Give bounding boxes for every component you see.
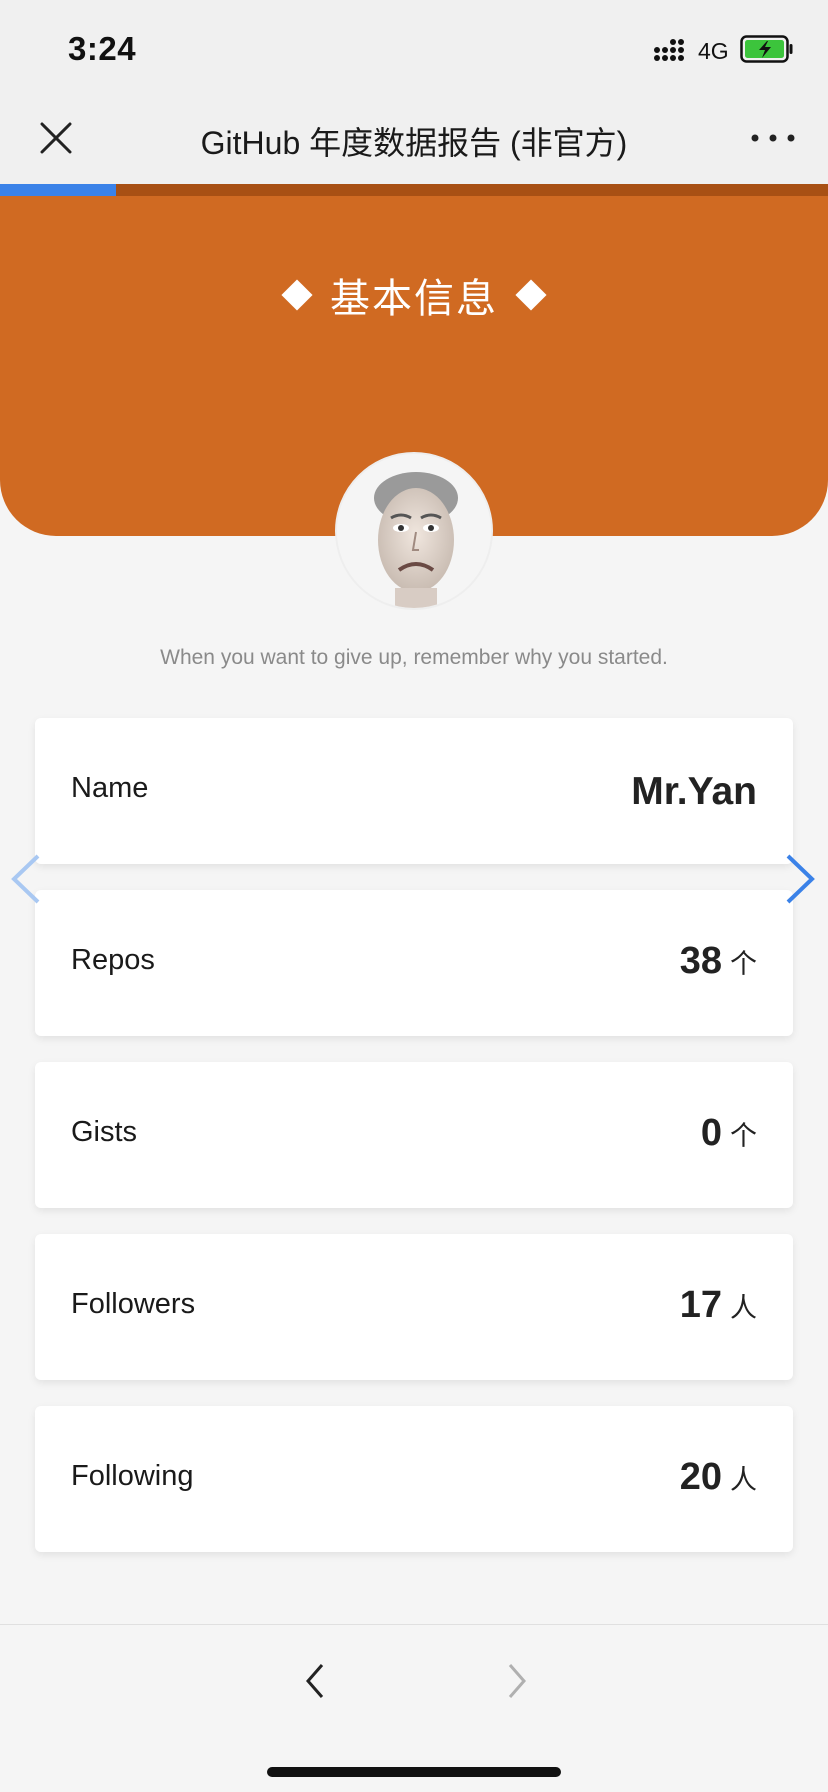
stat-card-followers: Followers 17 人	[35, 1234, 793, 1380]
battery-icon	[740, 35, 793, 63]
next-page-arrow-icon[interactable]	[782, 852, 818, 906]
stat-unit: 个	[730, 1121, 757, 1151]
section-title-text: 基本信息	[330, 277, 498, 321]
stat-value-number: 0	[700, 1112, 722, 1154]
stat-unit: 人	[730, 1293, 757, 1323]
stat-label: Gists	[71, 1116, 138, 1148]
stat-label: Name	[71, 772, 149, 804]
stat-value-number: Mr.Yan	[631, 770, 757, 813]
previous-page-arrow-icon[interactable]	[8, 852, 44, 906]
stat-value-number: 38	[679, 940, 722, 982]
more-icon[interactable]	[748, 126, 798, 150]
signal-icon	[654, 39, 684, 61]
stat-value: 17 人	[680, 1284, 757, 1327]
stat-card-gists: Gists 0个	[35, 1062, 793, 1208]
stat-card-following: Following 20 人	[35, 1406, 793, 1552]
stat-value: 38 个	[680, 940, 757, 983]
nav-bar: GitHub 年度数据报告 (非官方)	[0, 96, 828, 184]
stat-value: Mr.Yan	[631, 770, 757, 814]
avatar	[335, 452, 493, 610]
status-time: 3:24	[68, 30, 137, 67]
close-icon[interactable]	[36, 118, 76, 158]
stat-unit: 个	[730, 949, 757, 979]
home-indicator	[267, 1767, 561, 1777]
stat-label: Followers	[71, 1288, 196, 1320]
network-label: 4G	[698, 38, 729, 64]
stat-value-number: 20	[679, 1456, 722, 1498]
diamond-icon	[515, 279, 547, 311]
stat-value-number: 17	[679, 1284, 722, 1326]
page-title: GitHub 年度数据报告 (非官方)	[200, 125, 628, 161]
profile-motto: When you want to give up, remember why y…	[160, 646, 668, 669]
stat-card-repos: Repos 38 个	[35, 890, 793, 1036]
stat-value: 0个	[701, 1112, 757, 1155]
stat-card-name: Name Mr.Yan	[35, 718, 793, 864]
stat-label: Following	[71, 1460, 194, 1492]
progress-fill	[0, 184, 116, 196]
stat-value: 20 人	[680, 1456, 757, 1499]
status-bar: 3:24 4G	[0, 0, 828, 96]
section-title: 基本信息	[0, 266, 828, 324]
back-chevron-icon[interactable]	[300, 1659, 330, 1703]
progress-bar	[0, 184, 828, 196]
diamond-icon	[281, 279, 313, 311]
forward-chevron-icon[interactable]	[502, 1659, 532, 1703]
bottom-toolbar	[0, 1624, 828, 1792]
stat-unit: 人	[730, 1465, 757, 1495]
stat-label: Repos	[71, 944, 155, 976]
